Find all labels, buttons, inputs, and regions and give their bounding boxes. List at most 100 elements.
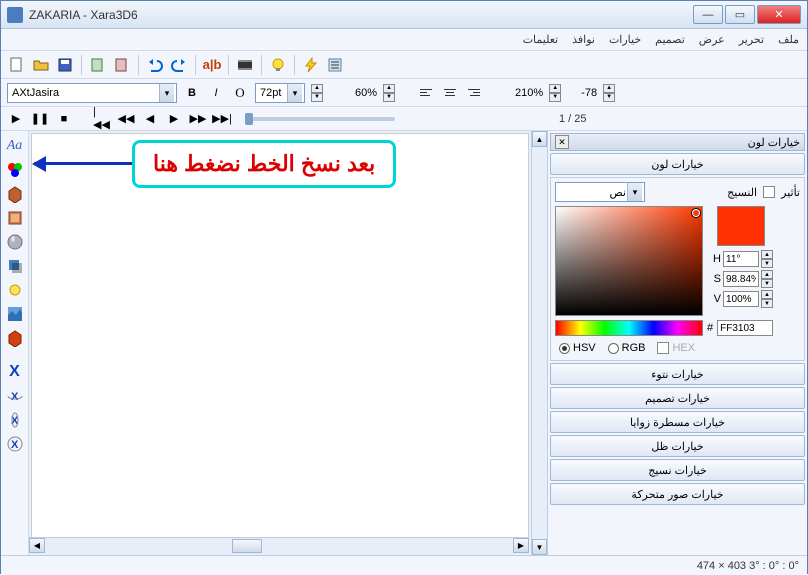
scroll-up-button[interactable]: ▲ bbox=[532, 131, 547, 147]
v-input[interactable] bbox=[723, 291, 759, 307]
canvas-vscroll[interactable]: ▲ ▼ bbox=[531, 131, 547, 555]
scroll-left-button[interactable]: ◀ bbox=[29, 538, 45, 553]
menu-help[interactable]: تعليمات bbox=[523, 33, 558, 46]
menu-file[interactable]: ملف bbox=[778, 33, 799, 46]
s-spinner[interactable]: ▲▼ bbox=[761, 270, 773, 288]
v-label: V bbox=[709, 293, 721, 305]
next-keyframe-button[interactable]: ▶▶ bbox=[189, 111, 207, 127]
last-frame-button[interactable]: ▶▶| bbox=[213, 111, 231, 127]
shadow-tool[interactable] bbox=[4, 255, 26, 277]
v-spinner[interactable]: ▲▼ bbox=[761, 290, 773, 308]
texture-options-button[interactable]: خيارات نسيج bbox=[550, 459, 805, 481]
first-frame-button[interactable]: |◀◀ bbox=[93, 111, 111, 127]
h-label: H bbox=[709, 253, 721, 265]
open-icon[interactable] bbox=[31, 55, 51, 75]
import-icon[interactable] bbox=[88, 55, 108, 75]
menu-design[interactable]: تصميم bbox=[655, 33, 685, 46]
align-left-button[interactable] bbox=[417, 84, 435, 102]
color-options-button[interactable]: خيارات لون bbox=[550, 153, 805, 175]
layer-combo[interactable]: نص bbox=[555, 182, 645, 202]
menu-view[interactable]: عرض bbox=[699, 33, 725, 46]
app-window: ZAKARIA - Xara3D6 — ▭ ✕ ملف تحرير عرض تص… bbox=[0, 0, 808, 574]
timeline-slider[interactable] bbox=[245, 117, 395, 121]
rgb-radio[interactable]: RGB bbox=[608, 342, 646, 354]
shadow-options-button[interactable]: خيارات ظل bbox=[550, 435, 805, 457]
text-style-tool[interactable]: Aa bbox=[4, 135, 26, 157]
canvas[interactable]: بعد نسخ الخط نضغط هنا bbox=[31, 133, 529, 553]
menu-windows[interactable]: نوافذ bbox=[572, 33, 595, 46]
prev-keyframe-button[interactable]: ◀◀ bbox=[117, 111, 135, 127]
outline-button[interactable]: O bbox=[231, 84, 249, 102]
size-combo[interactable]: 72pt bbox=[255, 83, 305, 103]
h-input[interactable] bbox=[723, 251, 759, 267]
panel-header: خيارات لون ✕ bbox=[550, 133, 805, 151]
status-text: 474 × 403 3° : 0° : 0° bbox=[697, 560, 799, 572]
animation-tool[interactable] bbox=[4, 327, 26, 349]
lightning-icon[interactable] bbox=[301, 55, 321, 75]
export-icon[interactable] bbox=[112, 55, 132, 75]
hsv-radio[interactable]: HSV bbox=[559, 342, 596, 354]
undo-icon[interactable] bbox=[145, 55, 165, 75]
color-panel: خيارات لون ✕ خيارات لون تأثير النسيج نص bbox=[547, 131, 807, 555]
svg-text:X: X bbox=[11, 391, 19, 403]
sphere-tool[interactable] bbox=[4, 231, 26, 253]
lights-tool[interactable] bbox=[4, 279, 26, 301]
ruler-options-button[interactable]: خيارات مسطرة زوايا bbox=[550, 411, 805, 433]
texture-label: النسيج bbox=[727, 186, 757, 199]
x-rotate-tool[interactable]: X bbox=[4, 385, 26, 407]
aspect-spinner[interactable]: ▲▼ bbox=[383, 84, 395, 102]
line-spacing-value: 210% bbox=[515, 87, 543, 99]
new-icon[interactable] bbox=[7, 55, 27, 75]
effect-label: تأثير bbox=[781, 186, 800, 199]
s-input[interactable] bbox=[723, 271, 759, 287]
texture-tool[interactable] bbox=[4, 303, 26, 325]
bevel-options-button[interactable]: خيارات نتوء bbox=[550, 363, 805, 385]
align-center-button[interactable] bbox=[441, 84, 459, 102]
menu-options[interactable]: خيارات bbox=[609, 33, 641, 46]
aspect-value: 60% bbox=[355, 87, 377, 99]
design-options-button[interactable]: خيارات تصميم bbox=[550, 387, 805, 409]
text-tool-icon[interactable]: a|b bbox=[202, 55, 222, 75]
bevel-tool[interactable] bbox=[4, 207, 26, 229]
format-toolbar: AXtJasira B I O 72pt ▲▼ 60% ▲▼ 210% ▲▼ -… bbox=[1, 79, 807, 107]
hue-slider[interactable] bbox=[555, 320, 703, 336]
line-spacing-spinner[interactable]: ▲▼ bbox=[549, 84, 561, 102]
italic-button[interactable]: I bbox=[207, 84, 225, 102]
play-button[interactable]: ▶ bbox=[7, 111, 25, 127]
sv-picker[interactable] bbox=[555, 206, 703, 316]
z-rotate-tool[interactable]: X bbox=[4, 433, 26, 455]
scroll-right-button[interactable]: ▶ bbox=[513, 538, 529, 553]
panel-close-button[interactable]: ✕ bbox=[555, 135, 569, 149]
kerning-spinner[interactable]: ▲▼ bbox=[603, 84, 615, 102]
color-tool[interactable] bbox=[4, 159, 26, 181]
scroll-down-button[interactable]: ▼ bbox=[532, 539, 547, 555]
extrude-tool[interactable] bbox=[4, 183, 26, 205]
pause-button[interactable]: ❚❚ bbox=[31, 111, 49, 127]
close-button[interactable]: ✕ bbox=[757, 5, 801, 24]
next-frame-button[interactable]: ▶ bbox=[165, 111, 183, 127]
y-rotate-tool[interactable]: X bbox=[4, 409, 26, 431]
animation-icon[interactable] bbox=[235, 55, 255, 75]
animation-bar: ▶ ❚❚ ■ |◀◀ ◀◀ ◀ ▶ ▶▶ ▶▶| 1 / 25 bbox=[1, 107, 807, 131]
settings-icon[interactable] bbox=[325, 55, 345, 75]
save-icon[interactable] bbox=[55, 55, 75, 75]
menu-edit[interactable]: تحرير bbox=[739, 33, 764, 46]
h-spinner[interactable]: ▲▼ bbox=[761, 250, 773, 268]
hex-input[interactable] bbox=[717, 320, 773, 336]
canvas-hscroll[interactable]: ◀ ▶ bbox=[29, 537, 529, 553]
animation-options-button[interactable]: خيارات صور متحركة bbox=[550, 483, 805, 505]
minimize-button[interactable]: — bbox=[693, 5, 723, 24]
hex-checkbox: HEX bbox=[657, 342, 695, 354]
font-combo[interactable]: AXtJasira bbox=[7, 83, 177, 103]
lightbulb-icon[interactable] bbox=[268, 55, 288, 75]
size-spinner[interactable]: ▲▼ bbox=[311, 84, 323, 102]
redo-icon[interactable] bbox=[169, 55, 189, 75]
prev-frame-button[interactable]: ◀ bbox=[141, 111, 159, 127]
maximize-button[interactable]: ▭ bbox=[725, 5, 755, 24]
x-axis-tool[interactable]: X bbox=[4, 361, 26, 383]
window-title: ZAKARIA - Xara3D6 bbox=[29, 8, 693, 22]
align-right-button[interactable] bbox=[465, 84, 483, 102]
bold-button[interactable]: B bbox=[183, 84, 201, 102]
texture-checkbox[interactable] bbox=[763, 186, 775, 198]
stop-button[interactable]: ■ bbox=[55, 111, 73, 127]
